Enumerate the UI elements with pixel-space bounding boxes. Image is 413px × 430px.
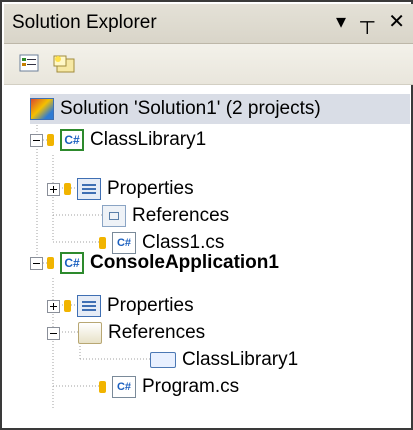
dropdown-arrow-icon[interactable]: ▾ — [336, 10, 346, 34]
project-status-icon — [47, 257, 54, 269]
csharp-file-icon: C# — [112, 376, 136, 398]
collapse-toggle[interactable] — [30, 133, 43, 147]
pin-icon[interactable]: ┬ — [360, 10, 374, 34]
collapse-toggle[interactable] — [30, 256, 43, 270]
properties-status-icon — [64, 183, 71, 195]
file-node-program[interactable]: C# Program.cs — [95, 372, 239, 402]
project-node-consoleapplication1[interactable]: C# ConsoleApplication1 — [30, 248, 279, 278]
csharp-project-icon: C# — [60, 252, 84, 274]
title-bar: Solution Explorer ▾ ┬ ✕ — [4, 4, 413, 44]
project-status-icon — [47, 134, 54, 146]
node-label: References — [132, 205, 230, 226]
solution-node[interactable]: Solution 'Solution1' (2 projects) — [30, 94, 410, 124]
references-node[interactable]: References — [102, 201, 229, 231]
properties-node[interactable]: Properties — [47, 291, 194, 321]
file-status-icon — [99, 381, 106, 393]
expand-toggle[interactable] — [47, 299, 60, 313]
node-label: Properties — [107, 178, 194, 199]
reference-item-classlibrary1[interactable]: ClassLibrary1 — [150, 345, 298, 375]
window-title: Solution Explorer — [12, 12, 157, 33]
project-name: ConsoleApplication1 — [90, 252, 279, 273]
solution-label: Solution 'Solution1' (2 projects) — [60, 98, 321, 119]
node-label: Program.cs — [142, 376, 240, 397]
node-label: References — [108, 322, 206, 343]
properties-node[interactable]: Properties — [47, 174, 194, 204]
folder-open-icon — [78, 322, 102, 344]
expand-toggle[interactable] — [47, 182, 60, 196]
project-name: ClassLibrary1 — [90, 129, 207, 150]
properties-status-icon — [64, 300, 71, 312]
title-bar-buttons: ▾ ┬ ✕ — [336, 10, 405, 34]
close-icon[interactable]: ✕ — [388, 10, 405, 34]
csharp-project-icon: C# — [60, 129, 84, 151]
references-icon — [102, 205, 126, 227]
properties-icon[interactable] — [18, 53, 42, 75]
node-label: ClassLibrary1 — [182, 349, 299, 370]
solution-explorer-window: Solution Explorer ▾ ┬ ✕ Solution 'Soluti… — [0, 0, 413, 430]
solution-icon — [30, 98, 54, 120]
properties-icon — [77, 178, 101, 200]
collapse-toggle[interactable] — [47, 326, 60, 340]
assembly-reference-icon — [150, 352, 176, 368]
show-all-files-icon[interactable] — [52, 53, 76, 75]
project-node-classlibrary1[interactable]: C# ClassLibrary1 — [30, 125, 206, 155]
references-node[interactable]: References — [47, 318, 205, 348]
solution-tree: Solution 'Solution1' (2 projects) C# Cla… — [4, 88, 413, 430]
toolbar — [4, 44, 413, 85]
properties-icon — [77, 295, 101, 317]
node-label: Properties — [107, 295, 194, 316]
